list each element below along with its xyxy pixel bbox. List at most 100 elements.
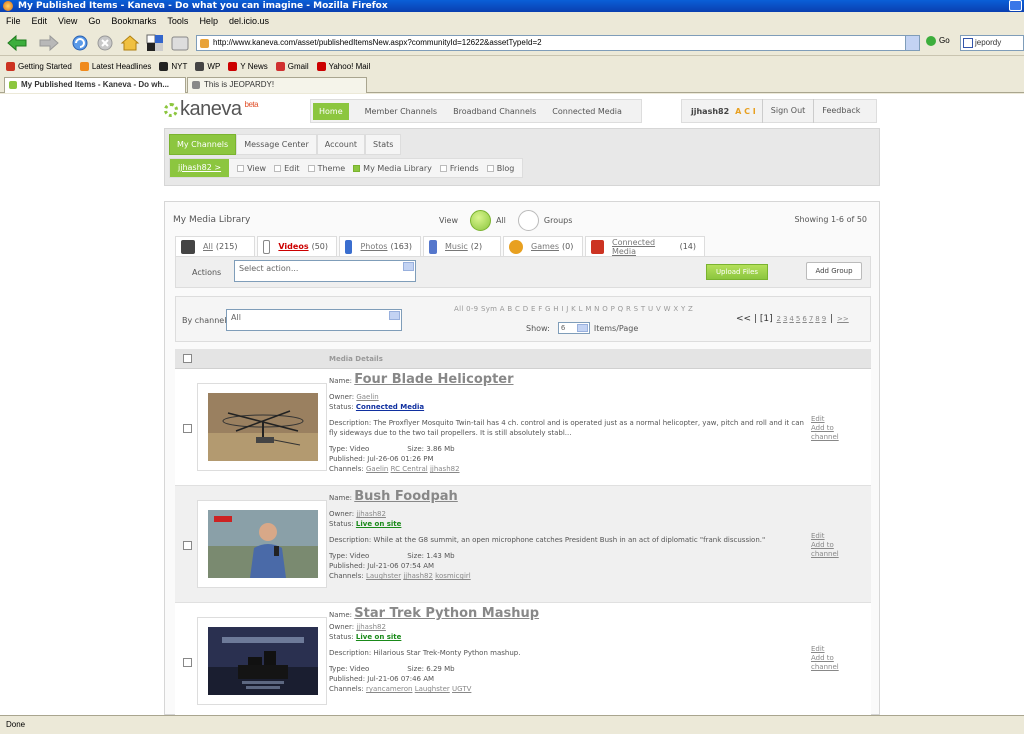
bookmark-getting-started[interactable]: Getting Started xyxy=(6,61,72,71)
nav-broadband-channels[interactable]: Broadband Channels xyxy=(453,107,536,116)
status-link[interactable]: Live on site xyxy=(356,633,402,641)
owner-link[interactable]: jjhash82 xyxy=(356,510,386,518)
nav-member-channels[interactable]: Member Channels xyxy=(365,107,437,116)
channel-link[interactable]: jjhash82 xyxy=(430,465,460,473)
bookmark-gmail[interactable]: Gmail xyxy=(275,61,309,71)
pager-page[interactable]: 5 xyxy=(796,315,800,323)
menu-go[interactable]: Go xyxy=(88,16,100,26)
channel-link[interactable]: RC Central xyxy=(391,465,428,473)
tab-connected-media[interactable]: Connected Media (14) xyxy=(585,236,705,256)
pager-page[interactable]: 4 xyxy=(789,315,793,323)
tab-photos[interactable]: Photos (163) xyxy=(339,236,421,256)
add-to-channel-link[interactable]: Add to xyxy=(811,654,839,663)
channel-link[interactable]: kosmicgirl xyxy=(435,572,471,580)
stop-icon[interactable] xyxy=(95,34,115,52)
pager-page[interactable]: 2 xyxy=(776,315,780,323)
menu-bookmarks[interactable]: Bookmarks xyxy=(111,16,156,26)
home-icon[interactable] xyxy=(120,34,140,52)
tab-stats[interactable]: Stats xyxy=(365,134,402,155)
tab-my-channels[interactable]: My Channels xyxy=(169,134,237,155)
by-channel-select[interactable]: All xyxy=(226,309,402,331)
media-name-link[interactable]: Bush Foodpah xyxy=(354,489,458,504)
chevron-down-icon[interactable] xyxy=(905,36,919,50)
pager-page[interactable]: 7 xyxy=(809,315,813,323)
select-all-checkbox[interactable] xyxy=(183,354,192,363)
menu-file[interactable]: File xyxy=(6,16,21,26)
channel-user-link[interactable]: jjhash82 > xyxy=(170,159,230,177)
tag-icon[interactable] xyxy=(171,34,189,52)
tab-my-published-items[interactable]: My Published Items - Kaneva - Do wh... xyxy=(4,77,186,93)
nav-connected-media[interactable]: Connected Media xyxy=(552,107,622,116)
upload-files-button[interactable]: Upload Files xyxy=(706,264,768,280)
status-link[interactable]: Connected Media xyxy=(356,403,424,411)
row-checkbox[interactable] xyxy=(183,424,192,433)
search-input[interactable]: jepordy xyxy=(960,35,1024,51)
channel-link[interactable]: Laughster xyxy=(366,572,401,580)
menu-delicious[interactable]: del.icio.us xyxy=(229,16,269,26)
menu-edit[interactable]: Edit xyxy=(32,16,48,26)
channel-link[interactable]: UGTV xyxy=(452,685,471,693)
tab-account[interactable]: Account xyxy=(316,134,366,155)
feedback-link[interactable]: Feedback xyxy=(813,99,868,123)
add-group-button[interactable]: Add Group xyxy=(806,262,862,280)
minimize-button[interactable] xyxy=(1009,0,1022,11)
view-groups-radio[interactable] xyxy=(517,210,539,231)
view-all-radio[interactable] xyxy=(469,210,491,231)
aci-link[interactable]: A C I xyxy=(735,107,756,116)
add-to-channel-link-2[interactable]: channel xyxy=(811,663,839,672)
menu-view[interactable]: View xyxy=(58,16,77,26)
channel-link[interactable]: Laughster xyxy=(415,685,450,693)
subtab-friends[interactable]: Friends xyxy=(439,164,479,173)
bookmark-y-news[interactable]: Y News xyxy=(228,61,268,71)
menu-help[interactable]: Help xyxy=(199,16,218,26)
channel-link[interactable]: ryancameron xyxy=(366,685,412,693)
bush-thumbnail[interactable] xyxy=(208,510,318,578)
pager-page[interactable]: 3 xyxy=(783,315,787,323)
status-link[interactable]: Live on site xyxy=(356,520,402,528)
items-per-page-select[interactable]: 6 xyxy=(557,322,590,334)
channel-link[interactable]: jjhash82 xyxy=(403,572,433,580)
star-trek-thumbnail[interactable] xyxy=(208,627,318,695)
media-name-link[interactable]: Star Trek Python Mashup xyxy=(354,606,539,621)
edit-link[interactable]: Edit xyxy=(811,645,839,654)
tab-all-media[interactable]: All (215) xyxy=(175,236,255,256)
channel-link[interactable]: Gaelin xyxy=(366,465,388,473)
back-arrow-icon[interactable] xyxy=(6,34,28,52)
tab-music[interactable]: Music (2) xyxy=(423,236,501,256)
pager-page[interactable]: 6 xyxy=(802,315,806,323)
edit-link[interactable]: Edit xyxy=(811,415,839,424)
owner-link[interactable]: Gaelin xyxy=(356,393,378,401)
bookmark-yahoo-mail[interactable]: Yahoo! Mail xyxy=(316,61,370,71)
address-bar[interactable]: http://www.kaneva.com/asset/publishedIte… xyxy=(196,35,920,51)
add-to-channel-link-2[interactable]: channel xyxy=(811,550,839,559)
row-checkbox[interactable] xyxy=(183,658,192,667)
bookmark-nyt[interactable]: NYT xyxy=(159,61,187,71)
tab-message-center[interactable]: Message Center xyxy=(236,134,317,155)
reload-icon[interactable] xyxy=(70,34,90,52)
add-to-channel-link-2[interactable]: channel xyxy=(811,433,839,442)
actions-select[interactable]: Select action... xyxy=(234,260,416,282)
pager-page[interactable]: 9 xyxy=(822,315,826,323)
pager-next[interactable]: >> xyxy=(837,315,849,323)
helicopter-thumbnail[interactable] xyxy=(208,393,318,461)
subtab-blog[interactable]: Blog xyxy=(486,164,514,173)
subtab-theme[interactable]: Theme xyxy=(307,164,345,173)
pager-prev[interactable]: << xyxy=(736,314,751,324)
bookmark-latest-headlines[interactable]: Latest Headlines xyxy=(79,61,151,71)
tab-games[interactable]: Games (0) xyxy=(503,236,583,256)
menu-tools[interactable]: Tools xyxy=(167,16,188,26)
sign-out-link[interactable]: Sign Out xyxy=(761,99,814,123)
owner-link[interactable]: jjhash82 xyxy=(356,623,386,631)
pager-page[interactable]: 8 xyxy=(815,315,819,323)
add-to-channel-link[interactable]: Add to xyxy=(811,424,839,433)
row-checkbox[interactable] xyxy=(183,541,192,550)
nav-home[interactable]: Home xyxy=(313,102,349,120)
forward-arrow-icon[interactable] xyxy=(38,34,60,52)
subtab-view[interactable]: View xyxy=(237,164,266,173)
kaneva-logo[interactable]: kaneva beta xyxy=(164,98,259,121)
alphabet-filter[interactable]: All 0-9 Sym A B C D E F G H I J K L M N … xyxy=(454,305,693,313)
username[interactable]: jjhash82 xyxy=(691,107,729,116)
bookmark-wp[interactable]: WP xyxy=(195,61,220,71)
tab-videos[interactable]: Videos (50) xyxy=(257,236,337,256)
tab-jeopardy[interactable]: This is JEOPARDY! xyxy=(187,77,367,93)
